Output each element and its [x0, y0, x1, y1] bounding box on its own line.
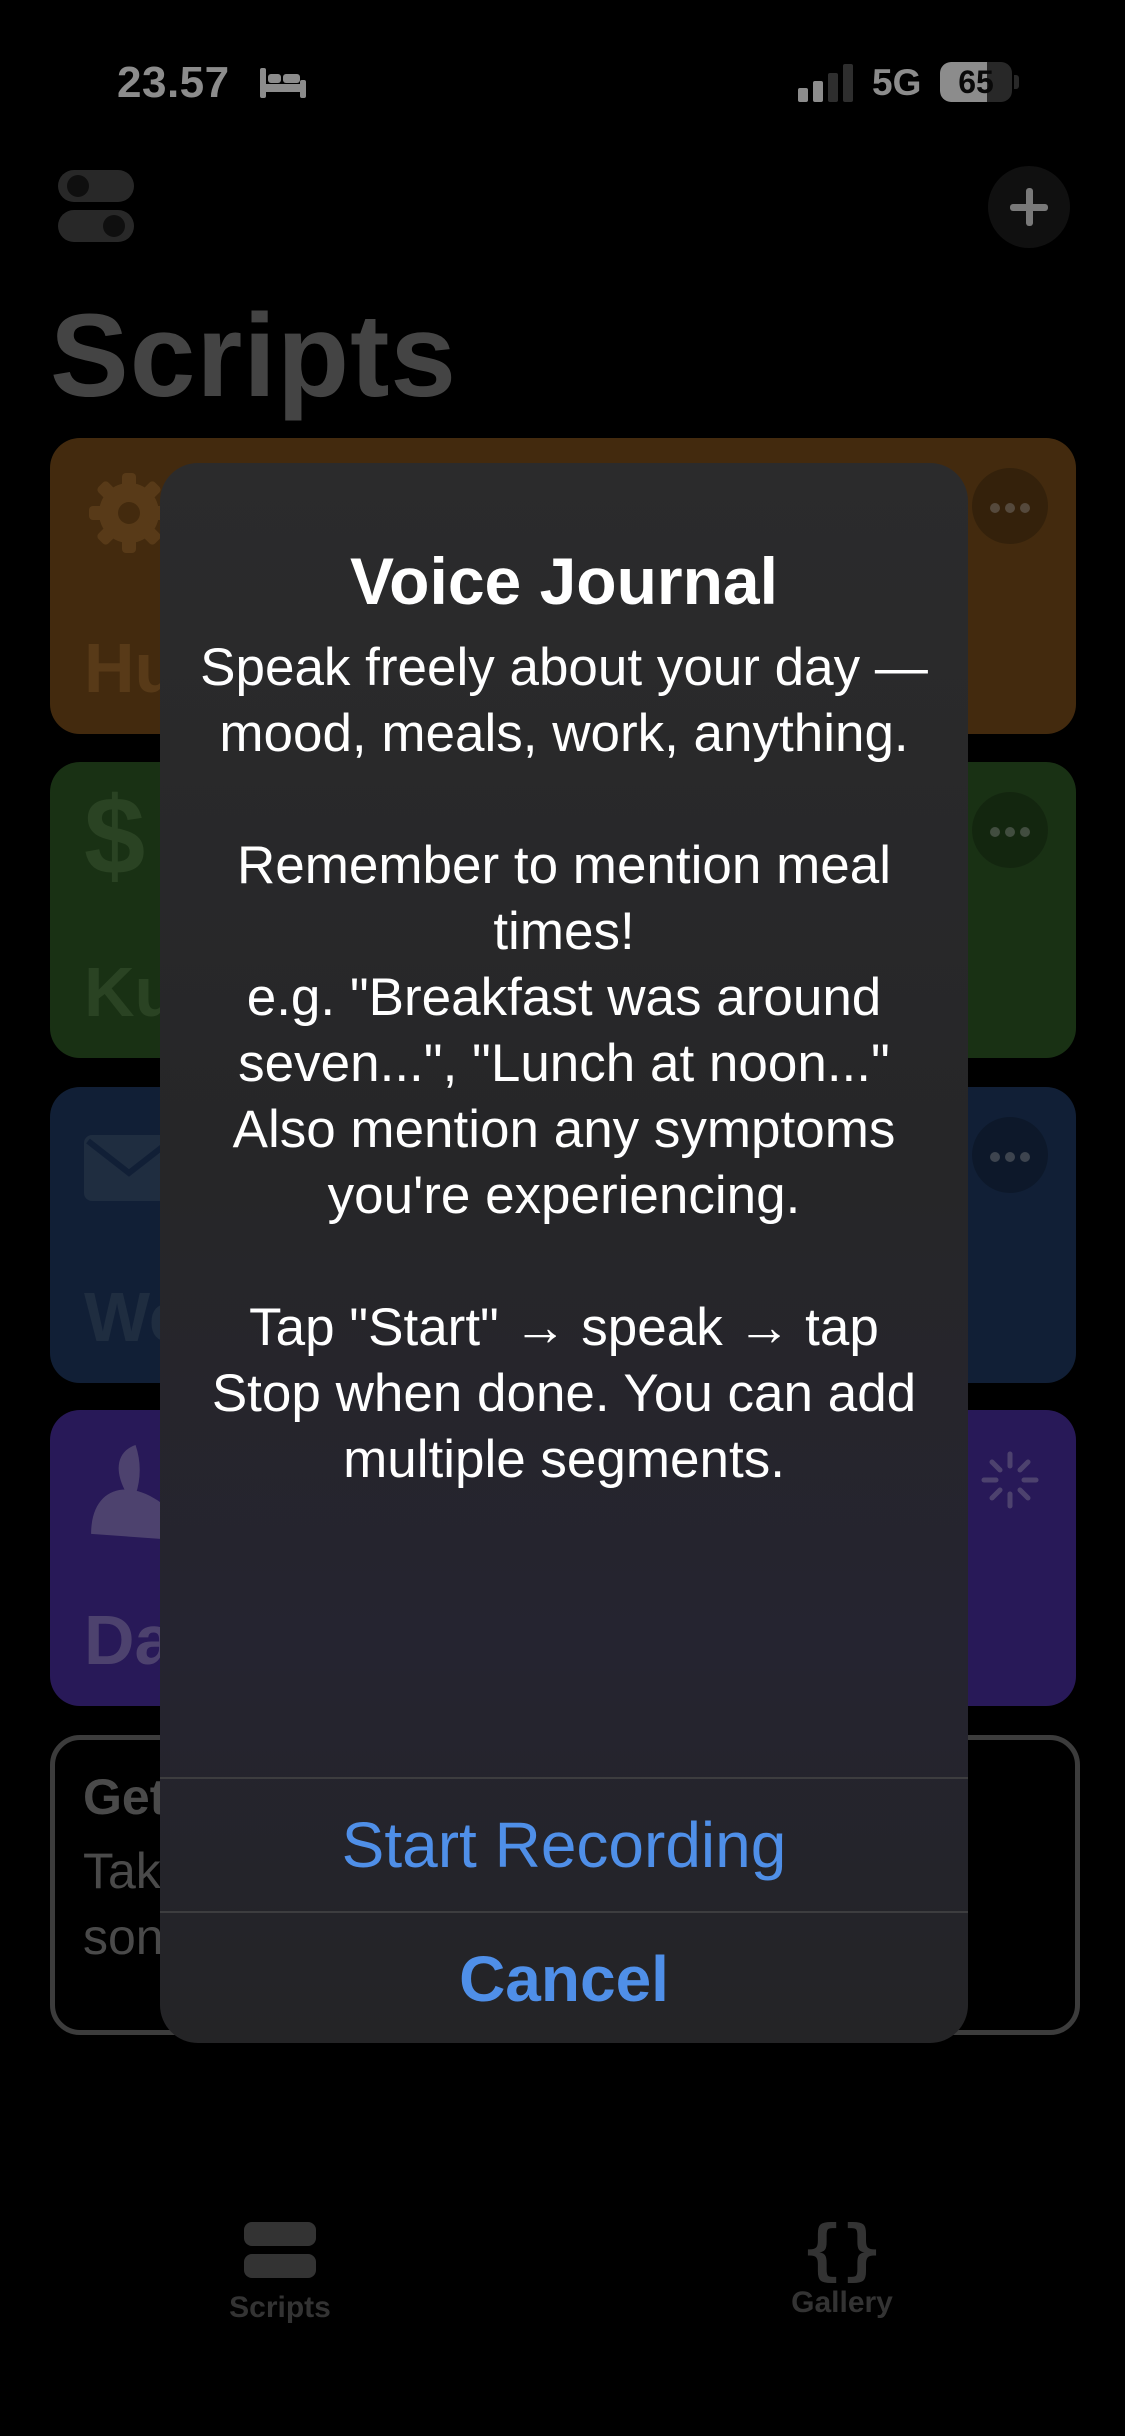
alert-message: Speak freely about your day — mood, meal… — [200, 635, 928, 1493]
alert-message-paragraph: Also mention any symptoms you're experie… — [232, 1100, 896, 1225]
alert-message-paragraph: e.g. "Breakfast was around seven...", "L… — [238, 968, 890, 1093]
cancel-button[interactable]: Cancel — [160, 1913, 968, 2043]
alert-message-paragraph: Remember to mention meal times! — [237, 836, 891, 961]
alert-title: Voice Journal — [350, 544, 778, 618]
start-recording-button[interactable]: Start Recording — [160, 1779, 968, 1911]
alert-message-paragraph: Tap "Start" → speak → tap Stop when done… — [211, 1298, 917, 1489]
alert-message-paragraph: Speak freely about your day — mood, meal… — [200, 638, 928, 763]
voice-journal-alert: Voice Journal Speak freely about your da… — [160, 463, 968, 2043]
